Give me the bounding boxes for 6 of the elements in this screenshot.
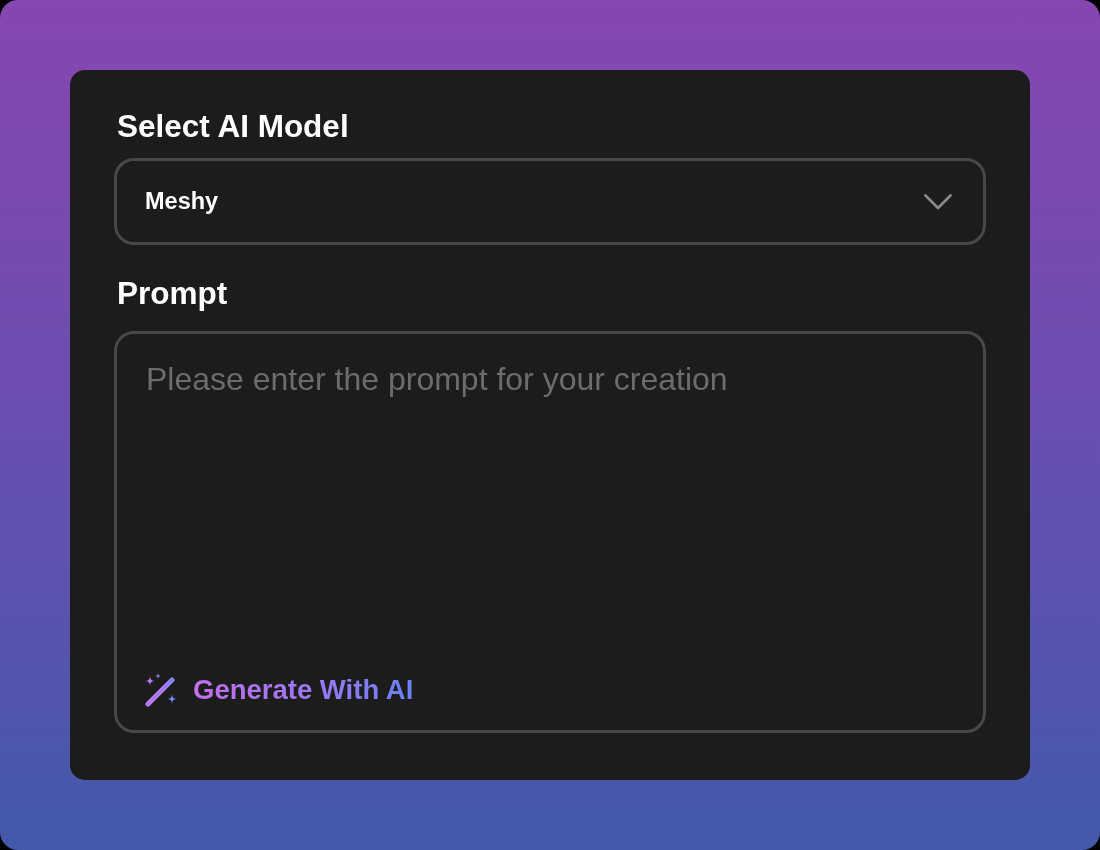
chevron-down-icon	[924, 193, 952, 210]
field-label: Prompt	[117, 275, 228, 311]
model-dropdown[interactable]: Meshy	[114, 158, 986, 245]
magic-wand-icon	[144, 673, 178, 707]
prompt-field[interactable]: Please enter the prompt for your creation Generate With AI	[114, 331, 986, 733]
field-label: Select AI Model	[117, 108, 349, 144]
